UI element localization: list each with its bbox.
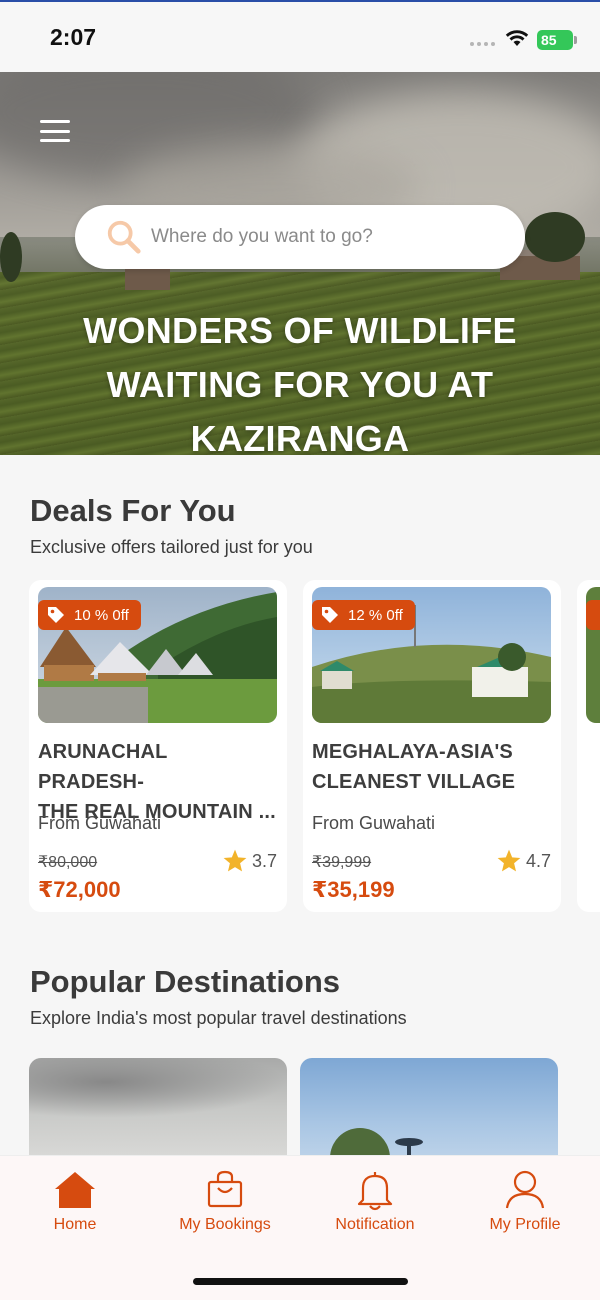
destination-card[interactable] — [300, 1058, 558, 1168]
shopping-bag-icon — [207, 1170, 243, 1208]
deal-card-partial[interactable] — [577, 580, 600, 912]
nav-profile[interactable]: My Profile — [450, 1168, 600, 1234]
hero-title: WONDERS OF WILDLIFE WAITING FOR YOU AT K… — [83, 310, 517, 455]
nav-bookings[interactable]: My Bookings — [150, 1168, 300, 1234]
tag-icon — [48, 607, 64, 623]
deal-rating: 3.7 — [222, 848, 277, 874]
nav-notification-label: Notification — [335, 1216, 415, 1233]
battery-indicator: 85 — [537, 30, 577, 50]
nav-notification[interactable]: Notification — [300, 1168, 450, 1234]
home-icon — [55, 1172, 95, 1208]
rating-value: 4.7 — [525, 850, 551, 871]
deal-card[interactable]: 10 % 0ff ARUNACHAL PRADESH- THE REAL MOU… — [29, 580, 287, 912]
deal-image: 12 % 0ff — [312, 587, 551, 723]
deal-rating: 4.7 — [496, 848, 551, 874]
bell-icon — [357, 1172, 393, 1211]
search-bar[interactable] — [75, 205, 525, 269]
status-time: 2:07 — [50, 24, 97, 50]
nav-home-label: Home — [53, 1216, 97, 1233]
wifi-icon — [505, 30, 529, 46]
deals-subtitle: Exclusive offers tailored just for you — [30, 537, 313, 557]
hero-banner: WONDERS OF WILDLIFE WAITING FOR YOU AT K… — [0, 72, 600, 455]
discount-badge: 12 % 0ff — [312, 600, 415, 630]
battery-level: 85 — [541, 32, 557, 48]
deal-price: ₹35,199 — [312, 877, 395, 902]
nav-profile-label: My Profile — [489, 1216, 561, 1233]
user-icon — [505, 1170, 545, 1209]
search-input[interactable] — [151, 226, 511, 248]
deal-origin: From Guwahati — [38, 813, 162, 833]
popular-title: Popular Destinations — [30, 964, 341, 999]
tag-icon — [322, 607, 338, 623]
search-icon — [107, 220, 141, 254]
signal-icon — [470, 42, 495, 46]
popular-subtitle: Explore India's most popular travel dest… — [30, 1008, 407, 1028]
deal-title: MEGHALAYA-ASIA'S CLEANEST VILLAGE — [312, 741, 516, 793]
status-bar: 2:07 85 — [0, 0, 600, 72]
deals-title: Deals For You — [30, 493, 236, 528]
star-icon — [497, 849, 521, 872]
destination-card[interactable] — [29, 1058, 287, 1168]
discount-badge: 10 % 0ff — [38, 600, 141, 630]
discount-label: 12 % 0ff — [348, 606, 403, 624]
menu-icon[interactable] — [40, 120, 70, 142]
star-icon — [223, 849, 247, 872]
nav-bookings-label: My Bookings — [179, 1216, 271, 1233]
nav-home[interactable]: Home — [0, 1168, 150, 1234]
home-indicator — [193, 1278, 408, 1285]
deal-card[interactable]: 12 % 0ff MEGHALAYA-ASIA'S CLEANEST VILLA… — [303, 580, 561, 912]
rating-value: 3.7 — [251, 850, 277, 871]
deal-original-price: ₹39,999 — [312, 854, 372, 871]
deal-price: ₹72,000 — [38, 877, 121, 902]
deal-image: 10 % 0ff — [38, 587, 277, 723]
discount-label: 10 % 0ff — [74, 606, 129, 624]
deal-origin: From Guwahati — [312, 813, 436, 833]
deal-original-price: ₹80,000 — [38, 854, 98, 871]
